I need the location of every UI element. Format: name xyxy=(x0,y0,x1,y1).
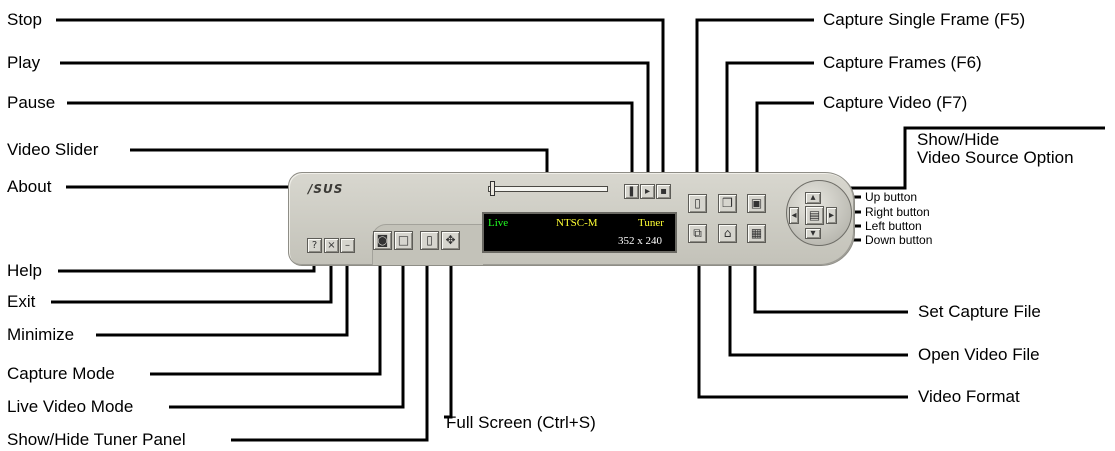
label-capture-video: Capture Video (F7) xyxy=(823,93,968,112)
up-button[interactable]: ▴ xyxy=(805,192,821,204)
standard-text: NTSC-M xyxy=(556,217,598,229)
full-screen-icon: ✥ xyxy=(445,233,456,247)
capture-frames-icon: ❒ xyxy=(722,196,733,210)
label-right-button: Right button xyxy=(865,205,930,219)
left-button[interactable]: ◂ xyxy=(789,207,799,224)
label-live-video-mode: Live Video Mode xyxy=(7,397,134,416)
label-stop: Stop xyxy=(7,10,42,29)
label-show-hide-source-1: Show/Hide xyxy=(917,130,1000,149)
tuner-panel-button[interactable]: ▯ xyxy=(420,231,439,250)
pause-icon: ❚ xyxy=(627,186,636,197)
capture-video-icon: ▣ xyxy=(750,196,763,210)
exit-icon: × xyxy=(327,240,336,251)
down-button[interactable]: ▾ xyxy=(805,228,821,239)
label-capture-mode: Capture Mode xyxy=(7,364,115,383)
open-video-file-button[interactable]: ⌂ xyxy=(718,224,737,243)
label-left-button: Left button xyxy=(865,219,922,233)
live-video-icon: □ xyxy=(397,233,410,247)
video-format-button[interactable]: ⧉ xyxy=(688,224,707,243)
capture-single-frame-icon: ▯ xyxy=(694,196,701,210)
full-screen-button[interactable]: ✥ xyxy=(441,231,460,250)
help-icon: ? xyxy=(311,240,318,251)
video-source-icon: ▤ xyxy=(808,208,821,222)
capture-mode-button[interactable]: ◙ xyxy=(373,231,392,250)
label-minimize: Minimize xyxy=(7,325,75,344)
play-icon: ▸ xyxy=(644,186,651,197)
label-show-hide-tuner: Show/Hide Tuner Panel xyxy=(7,430,186,449)
down-arrow-icon: ▾ xyxy=(810,228,816,239)
up-arrow-icon: ▴ xyxy=(810,192,816,203)
label-play: Play xyxy=(7,53,41,72)
label-show-hide-source-2: Video Source Option xyxy=(917,148,1074,167)
video-slider-thumb[interactable] xyxy=(490,181,495,196)
label-down-button: Down button xyxy=(865,233,933,247)
label-full-screen: Full Screen (Ctrl+S) xyxy=(446,413,596,432)
capture-frames-button[interactable]: ❒ xyxy=(718,194,737,213)
resolution-text: 352 x 240 xyxy=(618,235,662,247)
video-slider-track[interactable] xyxy=(488,186,608,192)
label-exit: Exit xyxy=(7,292,36,311)
live-video-mode-button[interactable]: □ xyxy=(394,231,413,250)
source-text: Tuner xyxy=(638,217,664,229)
label-set-capture-file: Set Capture File xyxy=(918,302,1041,321)
capture-mode-icon: ◙ xyxy=(376,233,389,247)
capture-single-frame-button[interactable]: ▯ xyxy=(688,194,707,213)
minimize-button[interactable]: – xyxy=(340,238,355,253)
label-open-video-file: Open Video File xyxy=(918,345,1040,364)
pause-button[interactable]: ❚ xyxy=(624,184,639,199)
tuner-panel-icon: ▯ xyxy=(426,233,433,247)
left-arrow-icon: ◂ xyxy=(791,210,797,221)
exit-button[interactable]: × xyxy=(324,238,339,253)
label-pause: Pause xyxy=(7,93,56,112)
play-button[interactable]: ▸ xyxy=(640,184,655,199)
label-capture-frames: Capture Frames (F6) xyxy=(823,53,982,72)
minimize-icon: – xyxy=(345,240,350,251)
stop-button[interactable]: ▪ xyxy=(656,184,671,199)
open-video-file-icon: ⌂ xyxy=(723,226,732,240)
right-arrow-icon: ▸ xyxy=(828,210,835,221)
label-video-format: Video Format xyxy=(918,387,1020,406)
mode-text: Live xyxy=(488,217,509,229)
label-up-button: Up button xyxy=(865,190,918,204)
set-capture-file-button[interactable]: ▦ xyxy=(747,224,766,243)
label-about: About xyxy=(7,177,52,196)
label-help: Help xyxy=(7,261,42,280)
label-capture-single-frame: Capture Single Frame (F5) xyxy=(823,10,1026,29)
label-video-slider: Video Slider xyxy=(7,140,99,159)
asus-logo[interactable]: /SUS xyxy=(308,182,343,196)
video-display: Live NTSC-M Tuner 352 x 240 xyxy=(482,212,677,253)
video-format-icon: ⧉ xyxy=(693,226,702,240)
help-button[interactable]: ? xyxy=(307,238,322,253)
video-source-button[interactable]: ▤ xyxy=(805,206,824,225)
right-button[interactable]: ▸ xyxy=(826,207,837,224)
stop-icon: ▪ xyxy=(660,186,667,197)
set-capture-file-icon: ▦ xyxy=(750,226,763,240)
capture-video-button[interactable]: ▣ xyxy=(747,194,766,213)
